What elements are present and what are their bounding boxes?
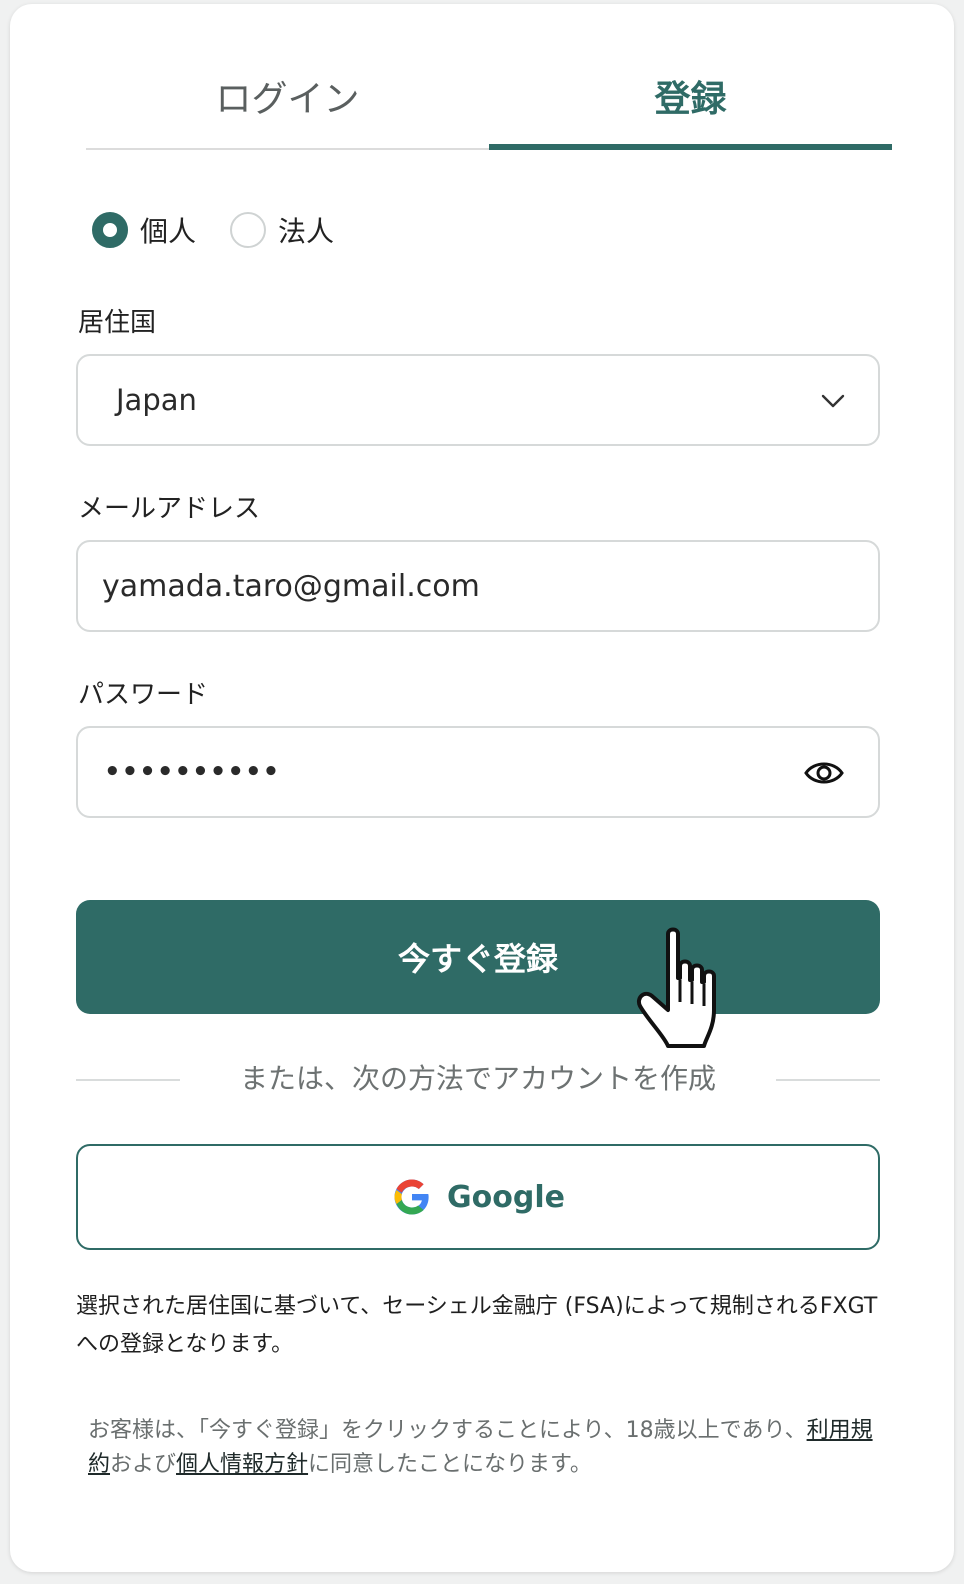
regulation-notice: 選択された居住国に基づいて、セーシェル金融庁 (FSA)によって規制されるFXG… (76, 1294, 878, 1357)
divider-text: または、次の方法でアカウントを作成 (239, 1062, 716, 1095)
alternative-signup-divider: または、次の方法でアカウントを作成 (76, 1056, 880, 1102)
radio-option-individual[interactable]: 個人 (92, 210, 196, 250)
auth-tabs: ログイン 登録 (86, 44, 892, 150)
residence-selected-value: Japan (116, 383, 197, 417)
radio-individual-label: 個人 (140, 215, 197, 248)
password-label: パスワード (78, 680, 209, 710)
tab-login[interactable]: ログイン (86, 44, 489, 148)
tab-register[interactable]: 登録 (489, 44, 892, 148)
radio-corporate[interactable] (230, 212, 267, 248)
google-button-label: Google (447, 1179, 565, 1215)
registration-card: ログイン 登録 個人 法人 居住国 Japan メールアドレス パスワード ••… (10, 4, 954, 1572)
email-label: メールアドレス (78, 494, 261, 524)
privacy-policy-link[interactable]: 個人情報方針 (176, 1452, 308, 1477)
terms-middle: および (110, 1452, 177, 1477)
terms-suffix: に同意したことになります。 (308, 1452, 592, 1477)
register-now-button[interactable]: 今すぐ登録 (76, 900, 880, 1014)
active-tab-indicator (489, 144, 892, 150)
google-signup-button[interactable]: Google (76, 1144, 880, 1250)
password-field[interactable]: •••••••••• (104, 728, 280, 816)
residence-label: 居住国 (78, 308, 157, 338)
password-field-box: •••••••••• (76, 726, 880, 818)
radio-option-corporate[interactable]: 法人 (230, 210, 334, 250)
hand-pointer-icon (637, 927, 716, 1048)
chevron-down-icon (821, 394, 845, 408)
terms-prefix: お客様は、「今すぐ登録」をクリックすることにより、18歳以上であり、 (88, 1418, 807, 1443)
radio-corporate-label: 法人 (278, 215, 335, 248)
terms-consent-text: お客様は、「今すぐ登録」をクリックすることにより、18歳以上であり、利用規約およ… (88, 1414, 878, 1482)
residence-select[interactable]: Japan (76, 354, 880, 446)
radio-individual[interactable] (92, 212, 128, 248)
account-type-radio-group: 個人 法人 (92, 210, 368, 250)
divider-line-left (76, 1079, 180, 1081)
eye-icon[interactable] (804, 758, 844, 788)
email-field[interactable] (102, 542, 802, 630)
google-g-icon (394, 1179, 430, 1215)
email-field-box (76, 540, 880, 632)
divider-line-right (776, 1079, 880, 1081)
